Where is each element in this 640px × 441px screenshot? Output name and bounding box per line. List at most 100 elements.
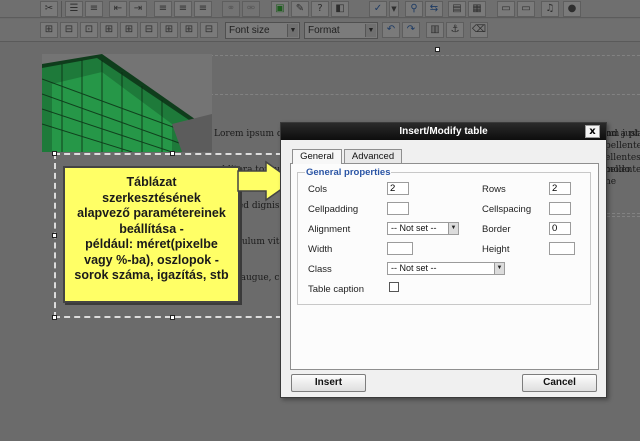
- alignment-label: Alignment: [308, 224, 351, 235]
- fullscreen-icon[interactable]: ▤: [448, 1, 466, 17]
- insert-button[interactable]: Insert: [291, 374, 366, 392]
- remove-format-icon[interactable]: ⌫: [470, 22, 488, 38]
- building-image: [42, 54, 212, 152]
- insert-modify-table-dialog: Insert/Modify table x General Advanced G…: [280, 122, 607, 398]
- insert-row-after-icon[interactable]: ⊞: [120, 22, 138, 38]
- chevron-down-icon: ▼: [365, 24, 376, 37]
- media-icon[interactable]: ▭: [517, 1, 535, 17]
- font-size-select[interactable]: Font size ▼: [225, 22, 300, 39]
- align-right-icon[interactable]: ≡: [194, 1, 212, 17]
- general-panel: General properties Cols 2 Rows 2 Cellpad…: [290, 163, 599, 370]
- close-icon: x: [589, 126, 596, 137]
- callout-line: vagy %-ba), oszlopok -: [84, 252, 219, 267]
- record-icon[interactable]: ●: [563, 1, 581, 17]
- alignment-select[interactable]: -- Not set -- ▼: [387, 222, 459, 235]
- align-center-icon[interactable]: ≡: [174, 1, 192, 17]
- dialog-titlebar[interactable]: Insert/Modify table: [281, 123, 606, 140]
- fieldset-legend: General properties: [305, 167, 392, 178]
- toolbar-separator: [61, 1, 62, 17]
- tab-general[interactable]: General: [292, 149, 342, 164]
- text-fragment-group: um just pellente ellentes modo ne: [605, 128, 640, 188]
- callout-line: sorok száma, igazítás, stb: [74, 268, 229, 282]
- table-icon[interactable]: ⊞: [40, 22, 58, 38]
- tab-label: General: [300, 151, 334, 162]
- alignment-select-value: -- Not set --: [391, 223, 437, 233]
- insert-image-icon[interactable]: ▣: [271, 1, 289, 17]
- cellpadding-label: Cellpadding: [308, 204, 359, 215]
- cols-input[interactable]: 2: [387, 182, 409, 195]
- outdent-icon[interactable]: ⇤: [109, 1, 127, 17]
- insert-col-after-icon[interactable]: ⊞: [180, 22, 198, 38]
- delete-row-icon[interactable]: ⊟: [140, 22, 158, 38]
- help-icon[interactable]: ?: [311, 1, 329, 17]
- chevron-down-icon[interactable]: ▼: [389, 1, 399, 17]
- align-left-icon[interactable]: ≡: [154, 1, 172, 17]
- callout-line: például: méret(pixelbe: [85, 237, 218, 251]
- resize-handle[interactable]: [52, 151, 57, 156]
- preview-icon[interactable]: ▦: [468, 1, 486, 17]
- table-caption-checkbox[interactable]: [389, 282, 399, 292]
- chevron-down-icon: ▼: [448, 223, 458, 234]
- cellspacing-input[interactable]: [549, 202, 571, 215]
- annotation-callout: Táblázat szerkesztésének alapvező paramé…: [63, 166, 240, 303]
- callout-line: Táblázat: [126, 175, 177, 189]
- music-icon[interactable]: ♫: [541, 1, 559, 17]
- chevron-down-icon: ▼: [287, 24, 298, 37]
- height-input[interactable]: [549, 242, 575, 255]
- cellspacing-label: Cellspacing: [482, 204, 532, 215]
- delete-col-icon[interactable]: ⊟: [200, 22, 218, 38]
- editor-toolbar-row-1: ✂ ☰ ≡ ⇤ ⇥ ≡ ≡ ≡ ⚭ ⚮ ▣ ✎ ? ◧ ✓ ▼ ⚲ ⇆ ▤ ▦ …: [0, 0, 640, 18]
- resize-handle[interactable]: [52, 315, 57, 320]
- callout-line: beállítása -: [119, 221, 184, 236]
- chevron-down-icon: ▼: [494, 263, 504, 274]
- content-border: [210, 55, 640, 56]
- ordered-list-icon[interactable]: ≡: [85, 1, 103, 17]
- rows-label: Rows: [482, 184, 506, 195]
- template-icon[interactable]: ▭: [497, 1, 515, 17]
- spellcheck-icon[interactable]: ✓: [369, 1, 387, 17]
- anchor-icon[interactable]: ⚓: [446, 22, 464, 38]
- redo-icon[interactable]: ↷: [402, 22, 420, 38]
- dialog-title: Insert/Modify table: [399, 126, 488, 137]
- cut-icon[interactable]: ✂: [40, 1, 58, 17]
- text-fragment: um just: [605, 129, 640, 139]
- format-select-label: Format: [308, 25, 340, 36]
- text-fragment: pellente: [605, 141, 640, 151]
- callout-line: szerkesztésének: [102, 190, 201, 205]
- tab-advanced[interactable]: Advanced: [344, 149, 402, 163]
- visual-aid-icon[interactable]: ▥: [426, 22, 444, 38]
- format-select[interactable]: Format ▼: [304, 22, 378, 39]
- height-label: Height: [482, 244, 510, 255]
- width-input[interactable]: [387, 242, 413, 255]
- cancel-button[interactable]: Cancel: [522, 374, 597, 392]
- indent-icon[interactable]: ⇥: [129, 1, 147, 17]
- content-border: [210, 94, 640, 95]
- resize-handle[interactable]: [52, 233, 57, 238]
- insert-row-before-icon[interactable]: ⊞: [100, 22, 118, 38]
- class-label: Class: [308, 264, 332, 275]
- cell-props-icon[interactable]: ⊡: [80, 22, 98, 38]
- rows-input[interactable]: 2: [549, 182, 571, 195]
- unordered-list-icon[interactable]: ☰: [65, 1, 83, 17]
- font-size-select-label: Font size: [229, 25, 270, 36]
- insert-col-before-icon[interactable]: ⊞: [160, 22, 178, 38]
- resize-handle[interactable]: [435, 47, 440, 52]
- resize-handle[interactable]: [170, 151, 175, 156]
- text-fragment: modo ne: [605, 165, 631, 187]
- cleanup-icon[interactable]: ✎: [291, 1, 309, 17]
- close-button[interactable]: x: [585, 125, 600, 138]
- callout-line: alapvező paramétereinek: [77, 206, 226, 220]
- border-label: Border: [482, 224, 511, 235]
- resize-handle[interactable]: [170, 315, 175, 320]
- class-select[interactable]: -- Not set -- ▼: [387, 262, 505, 275]
- border-input[interactable]: 0: [549, 222, 571, 235]
- text-fragment: ellentes: [605, 153, 640, 163]
- row-props-icon[interactable]: ⊟: [60, 22, 78, 38]
- unlink-icon[interactable]: ⚮: [242, 1, 260, 17]
- cellpadding-input[interactable]: [387, 202, 409, 215]
- find-icon[interactable]: ⚲: [405, 1, 423, 17]
- link-icon[interactable]: ⚭: [222, 1, 240, 17]
- html-source-icon[interactable]: ◧: [331, 1, 349, 17]
- undo-icon[interactable]: ↶: [382, 22, 400, 38]
- replace-icon[interactable]: ⇆: [425, 1, 443, 17]
